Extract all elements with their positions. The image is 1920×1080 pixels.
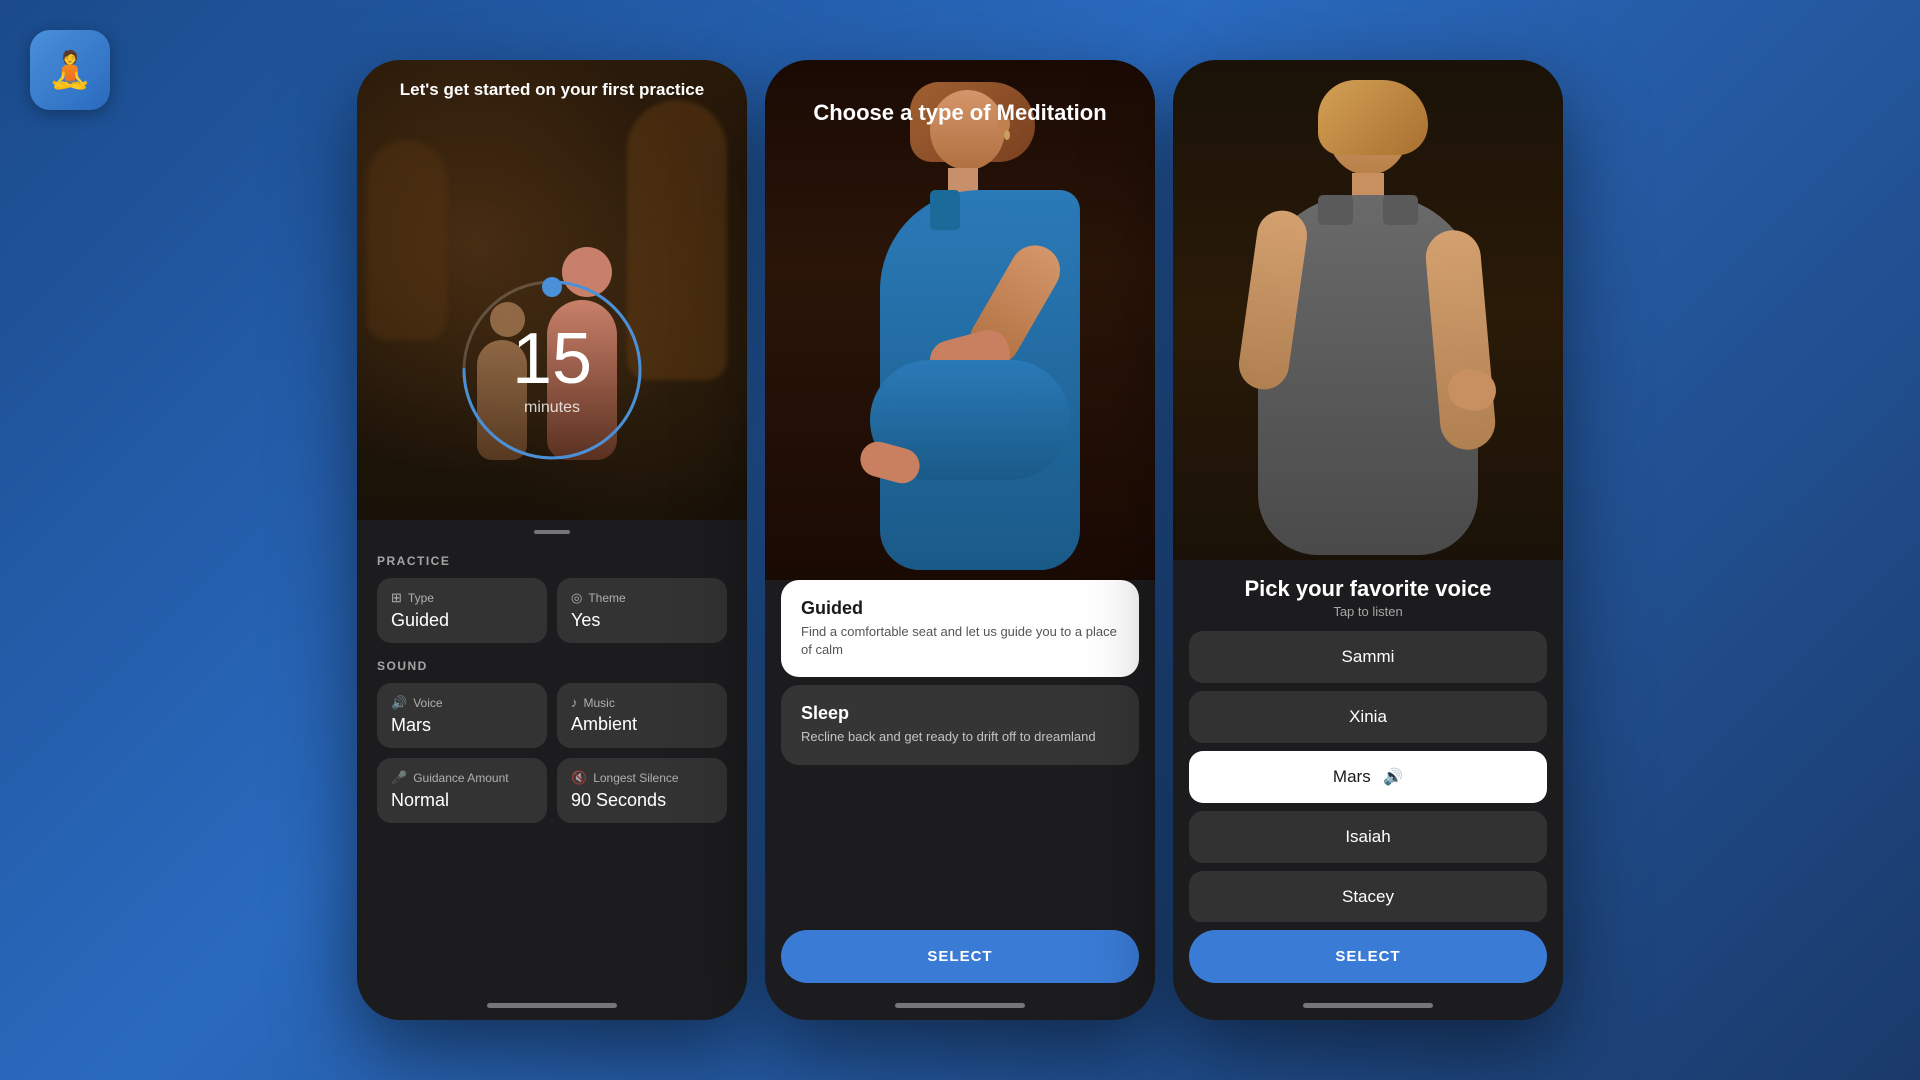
theme-label: Theme bbox=[588, 591, 625, 605]
guidance-label: Guidance Amount bbox=[413, 771, 508, 785]
music-icon: ♪ bbox=[571, 695, 578, 710]
scroll-dots bbox=[357, 520, 747, 538]
sound-section-title: SOUND bbox=[377, 659, 727, 673]
guided-card-title: Guided bbox=[801, 598, 1119, 619]
screen3-title: Pick your favorite voice bbox=[1173, 560, 1563, 604]
voice-item-isaiah[interactable]: Isaiah bbox=[1189, 811, 1547, 863]
voice-isaiah-name: Isaiah bbox=[1345, 827, 1390, 846]
guidance-value: Normal bbox=[391, 790, 533, 811]
meditation-cards: Guided Find a comfortable seat and let u… bbox=[765, 580, 1155, 922]
voice-item-sammi[interactable]: Sammi bbox=[1189, 631, 1547, 683]
music-label: Music bbox=[584, 696, 615, 710]
practice-grid: ⊞ Type Guided ◎ Theme Yes bbox=[377, 578, 727, 643]
type-value: Guided bbox=[391, 610, 533, 631]
type-icon: ⊞ bbox=[391, 590, 402, 606]
music-setting-card[interactable]: ♪ Music Ambient bbox=[557, 683, 727, 748]
guidance-setting-card[interactable]: 🎤 Guidance Amount Normal bbox=[377, 758, 547, 823]
screen-3-phone: Pick your favorite voice Tap to listen S… bbox=[1173, 60, 1563, 1020]
theme-value: Yes bbox=[571, 610, 713, 631]
screen-1: Let's get started on your first practice… bbox=[357, 60, 747, 1020]
screen-1-phone: Let's get started on your first practice… bbox=[357, 60, 747, 1020]
guidance-icon: 🎤 bbox=[391, 770, 407, 786]
screen-3: Pick your favorite voice Tap to listen S… bbox=[1173, 60, 1563, 1020]
screen3-select-button[interactable]: SELECT bbox=[1189, 930, 1547, 983]
meditation-card-guided[interactable]: Guided Find a comfortable seat and let u… bbox=[781, 580, 1139, 677]
timer-number: 15 bbox=[512, 323, 592, 395]
voice-mars-name: Mars bbox=[1333, 767, 1371, 786]
sound-grid: 🔊 Voice Mars ♪ Music Ambient bbox=[377, 683, 727, 823]
voice-label: Voice bbox=[413, 696, 442, 710]
timer-circle[interactable]: 15 minutes bbox=[452, 270, 652, 470]
screen2-hero: Choose a type of Meditation bbox=[765, 60, 1155, 580]
type-setting-card[interactable]: ⊞ Type Guided bbox=[377, 578, 547, 643]
voice-xinia-name: Xinia bbox=[1349, 707, 1387, 726]
app-icon[interactable]: 🧘 bbox=[30, 30, 110, 110]
practice-section: PRACTICE ⊞ Type Guided ◎ Them bbox=[357, 538, 747, 1003]
voice-icon: 🔊 bbox=[391, 695, 407, 711]
practice-section-title: PRACTICE bbox=[377, 554, 727, 568]
screen3-subtitle: Tap to listen bbox=[1173, 604, 1563, 631]
screen1-hero: Let's get started on your first practice… bbox=[357, 60, 747, 520]
silence-label: Longest Silence bbox=[593, 771, 678, 785]
screen3-hero bbox=[1173, 60, 1563, 560]
theme-setting-card[interactable]: ◎ Theme Yes bbox=[557, 578, 727, 643]
home-indicator-2 bbox=[895, 1003, 1025, 1008]
voice-item-stacey[interactable]: Stacey bbox=[1189, 871, 1547, 922]
music-value: Ambient bbox=[571, 714, 713, 735]
guided-card-desc: Find a comfortable seat and let us guide… bbox=[801, 623, 1119, 659]
app-icon-image: 🧘 bbox=[48, 49, 93, 91]
voice-setting-card[interactable]: 🔊 Voice Mars bbox=[377, 683, 547, 748]
screen-2: Choose a type of Meditation Guided Find … bbox=[765, 60, 1155, 1020]
speaker-icon: 🔊 bbox=[1383, 767, 1403, 787]
screen2-title: Choose a type of Meditation bbox=[785, 80, 1135, 126]
meditation-card-sleep[interactable]: Sleep Recline back and get ready to drif… bbox=[781, 685, 1139, 764]
type-label: Type bbox=[408, 591, 434, 605]
silence-value: 90 Seconds bbox=[571, 790, 713, 811]
screen2-select-button[interactable]: SELECT bbox=[781, 930, 1139, 983]
voice-stacey-name: Stacey bbox=[1342, 887, 1394, 906]
silence-setting-card[interactable]: 🔇 Longest Silence 90 Seconds bbox=[557, 758, 727, 823]
voice-list: Sammi Xinia Mars 🔊 Isaiah Stacey bbox=[1173, 631, 1563, 922]
figure-bg-right bbox=[367, 140, 447, 340]
voice-item-mars[interactable]: Mars 🔊 bbox=[1189, 751, 1547, 803]
voice-item-xinia[interactable]: Xinia bbox=[1189, 691, 1547, 743]
voice-value: Mars bbox=[391, 715, 533, 736]
voice-sammi-name: Sammi bbox=[1342, 647, 1395, 666]
home-indicator-3 bbox=[1303, 1003, 1433, 1008]
home-indicator-1 bbox=[487, 1003, 617, 1008]
screen-2-phone: Choose a type of Meditation Guided Find … bbox=[765, 60, 1155, 1020]
sleep-card-title: Sleep bbox=[801, 703, 1119, 724]
sleep-card-desc: Recline back and get ready to drift off … bbox=[801, 728, 1119, 746]
screen1-title: Let's get started on your first practice bbox=[357, 80, 747, 100]
timer-label: minutes bbox=[524, 399, 580, 417]
theme-icon: ◎ bbox=[571, 590, 582, 606]
silence-icon: 🔇 bbox=[571, 770, 587, 786]
